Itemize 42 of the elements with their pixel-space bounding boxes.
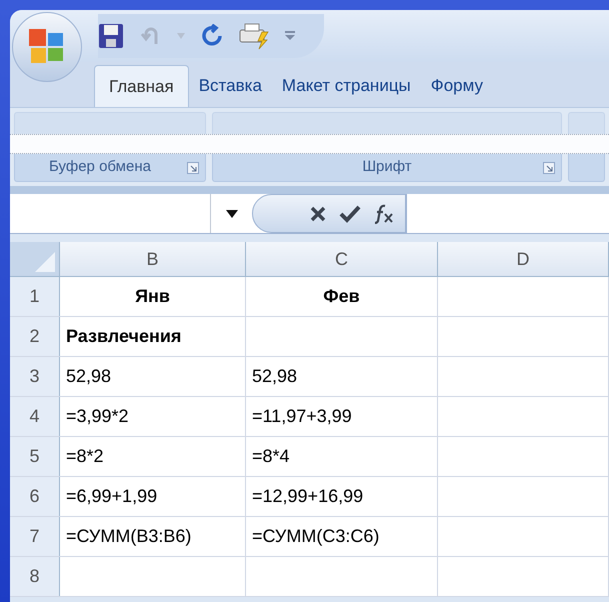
cell-text: Фев (323, 285, 360, 308)
function-icon[interactable] (373, 204, 395, 224)
row-header[interactable]: 7 (10, 517, 60, 556)
corner-triangle-icon (35, 252, 55, 272)
ribbon-tab[interactable]: Форму (420, 65, 493, 107)
print-icon[interactable] (238, 22, 270, 50)
row-header[interactable]: 1 (10, 277, 60, 316)
column-header[interactable]: C (246, 242, 438, 276)
customize-caret-icon[interactable] (284, 31, 296, 41)
cell-text: =СУММ(C3:C6) (252, 525, 380, 548)
caret-icon (226, 210, 238, 218)
check-icon[interactable] (339, 204, 361, 222)
cell-text: 52,98 (66, 365, 112, 388)
ribbon-tab[interactable]: Вставка (188, 65, 272, 107)
ribbon-group-panel (568, 154, 605, 182)
ribbon-group-label: Буфер обмена (14, 154, 206, 182)
row-header[interactable]: 4 (10, 397, 60, 436)
row-header[interactable]: 5 (10, 437, 60, 476)
dialog-launcher-icon[interactable] (543, 162, 555, 174)
cell-text: =11,97+3,99 (252, 405, 352, 428)
cancel-icon[interactable] (309, 204, 327, 222)
redo-icon[interactable] (200, 24, 224, 48)
cell-text: =8*4 (252, 445, 290, 468)
ribbon-tab[interactable]: Макет страницы (272, 65, 421, 107)
ribbon-group-label: Шрифт (212, 154, 562, 182)
row-header[interactable]: 8 (10, 557, 60, 596)
row-header[interactable]: 3 (10, 357, 60, 396)
cell-text: Янв (135, 285, 170, 308)
cell-text: =СУММ(B3:B6) (66, 525, 192, 548)
save-icon[interactable] (98, 23, 124, 49)
row-header[interactable]: 2 (10, 317, 60, 356)
cell-text: =3,99*2 (66, 405, 129, 428)
cell-text: Развлечения (66, 325, 182, 348)
column-header[interactable]: B (60, 242, 246, 276)
dialog-launcher-icon[interactable] (187, 162, 199, 174)
cell-text: 52,98 (252, 365, 298, 388)
cell-text: =8*2 (66, 445, 104, 468)
ribbon-tab[interactable]: Главная (94, 65, 189, 107)
row-header[interactable]: 6 (10, 477, 60, 516)
cell-text: =12,99+16,99 (252, 485, 364, 508)
cell-text: =6,99+1,99 (66, 485, 158, 508)
column-header[interactable]: D (438, 242, 609, 276)
